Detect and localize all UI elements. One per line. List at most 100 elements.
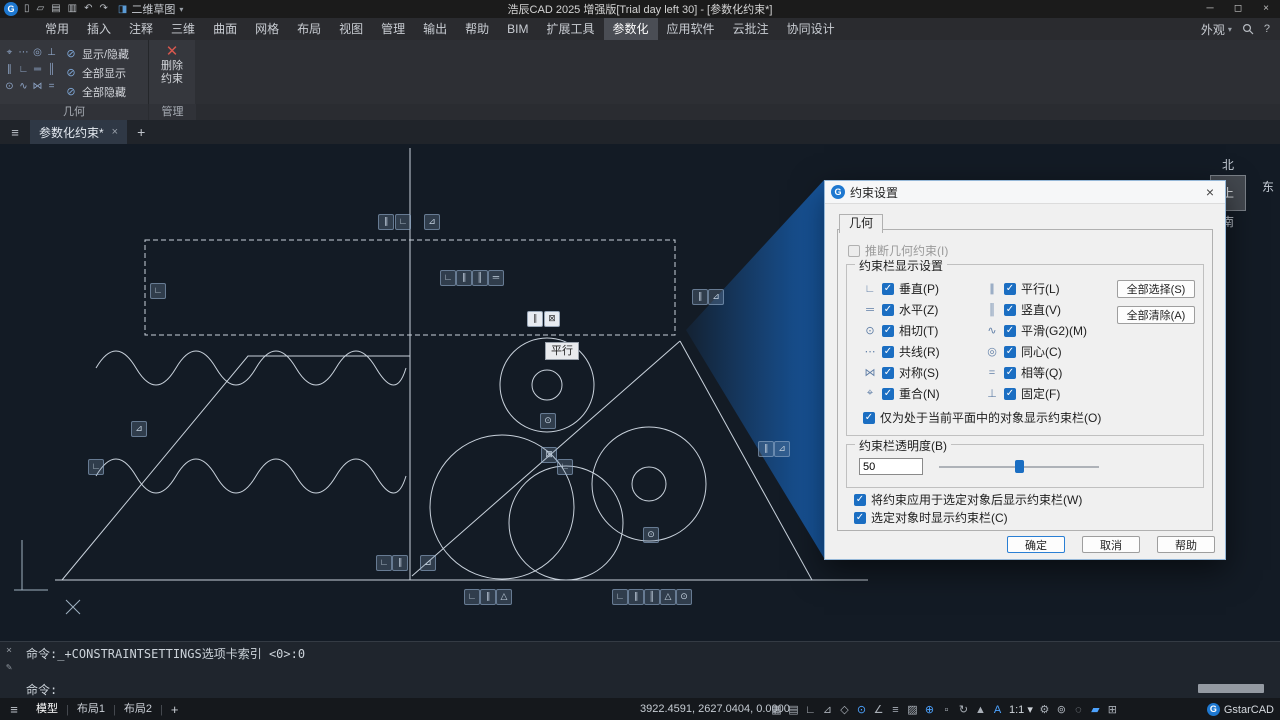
grid-icon[interactable]: ▦	[768, 703, 785, 716]
isolate-objects-icon[interactable]: ◌	[1070, 704, 1087, 716]
ribbon-tab-曲面[interactable]: 曲面	[204, 18, 246, 40]
ortho-icon[interactable]: ∟	[802, 704, 819, 716]
compass-north-label[interactable]: 北	[1206, 156, 1250, 173]
status-menu-icon[interactable]: ≡	[0, 702, 28, 717]
ok-button[interactable]: 确定	[1007, 536, 1065, 553]
infer-constraints-checkbox[interactable]	[848, 245, 860, 257]
model-canvas[interactable]: ∥∟⊿∟∥║═∥⊿∥⊠∟⊿∟⊙⊠∟∥⊿⊙∟∥⊿∟∥△∟∥║△⊙ 平行 北 上 南…	[0, 144, 1280, 641]
tab-geometry[interactable]: 几何	[839, 214, 883, 233]
fix-checkbox[interactable]	[1004, 388, 1016, 400]
grid-snap-icon[interactable]: ▤	[785, 703, 802, 716]
annotation-scale-icon[interactable]: A	[989, 704, 1006, 716]
symmetric-checkbox[interactable]	[882, 367, 894, 379]
ribbon-tab-插入[interactable]: 插入	[78, 18, 120, 40]
show-selected-checkbox[interactable]	[854, 512, 866, 524]
dialog-titlebar[interactable]: G 约束设置 ×	[825, 181, 1225, 204]
perpendicular-icon[interactable]: ∟	[17, 62, 30, 78]
command-scrollbar[interactable]	[1198, 684, 1264, 693]
annotation-visibility-icon[interactable]: ▲	[972, 704, 989, 716]
save-icon[interactable]: ▤	[51, 0, 60, 18]
apply-show-checkbox[interactable]	[854, 494, 866, 506]
hide-all-button[interactable]: ⊘ 全部隐藏	[61, 82, 148, 101]
concentric-checkbox[interactable]	[1004, 346, 1016, 358]
vertical-checkbox[interactable]	[1004, 304, 1016, 316]
panel-label-geometry[interactable]: 几何	[0, 104, 148, 120]
clear-all-button[interactable]: 全部清除(A)	[1117, 306, 1195, 324]
tangent-checkbox[interactable]	[882, 325, 894, 337]
transparency-icon[interactable]: ▨	[904, 703, 921, 716]
tab-menu-icon[interactable]: ≡	[0, 125, 30, 140]
current-plane-checkbox[interactable]	[863, 412, 875, 424]
undo-icon[interactable]: ↶	[84, 0, 92, 18]
ribbon-tab-网格[interactable]: 网格	[246, 18, 288, 40]
new-tab-icon[interactable]: +	[137, 124, 145, 140]
ribbon-tab-扩展工具[interactable]: 扩展工具	[538, 18, 604, 40]
fix-icon[interactable]: ⊥	[45, 45, 58, 61]
ribbon-tab-视图[interactable]: 视图	[330, 18, 372, 40]
workspace-switcher[interactable]: ◨ 二维草图 ▾	[118, 1, 183, 17]
ribbon-tab-布局[interactable]: 布局	[288, 18, 330, 40]
command-window[interactable]: × ✎ 命令:_+CONSTRAINTSETTINGS选项卡索引 <0>:0 命…	[0, 641, 1280, 698]
smooth-checkbox[interactable]	[1004, 325, 1016, 337]
delete-constraints-button[interactable]: ✕ 删除 约束	[161, 40, 183, 104]
workspace-gear-icon[interactable]: ⚙	[1036, 703, 1053, 716]
ribbon-tab-常用[interactable]: 常用	[36, 18, 78, 40]
vertical-icon[interactable]: ║	[45, 62, 58, 78]
polar-tracking-icon[interactable]: ⊿	[819, 703, 836, 716]
ribbon-tab-管理[interactable]: 管理	[372, 18, 414, 40]
plot-icon[interactable]: ▥	[68, 0, 77, 18]
coincident-icon[interactable]: ⌖	[3, 45, 16, 61]
select-all-button[interactable]: 全部选择(S)	[1117, 280, 1195, 298]
isometric-draft-icon[interactable]: ◇	[836, 703, 853, 716]
command-prompt[interactable]: 命令:	[26, 683, 57, 697]
show-all-button[interactable]: ⊘ 全部显示	[61, 63, 148, 82]
annotation-monitor-icon[interactable]: ⊚	[1053, 703, 1070, 716]
coincident-checkbox[interactable]	[882, 388, 894, 400]
tab-close-icon[interactable]: ×	[112, 126, 118, 138]
quick-properties-icon[interactable]: ▫	[938, 704, 955, 716]
app-logo-icon[interactable]: G	[4, 2, 18, 16]
redo-icon[interactable]: ↷	[100, 0, 108, 18]
selection-cycling-icon[interactable]: ↻	[955, 703, 972, 716]
ribbon-tab-注释[interactable]: 注释	[120, 18, 162, 40]
compass-east-label[interactable]: 东	[1262, 178, 1274, 195]
parallel-icon[interactable]: ∥	[3, 62, 16, 78]
drawing-tab[interactable]: 参数化约束* ×	[30, 120, 127, 144]
object-snap-tracking-icon[interactable]: ∠	[870, 703, 887, 716]
smooth-icon[interactable]: ∿	[17, 79, 30, 95]
dialog-close-icon[interactable]: ×	[1201, 184, 1219, 200]
cancel-button[interactable]: 取消	[1082, 536, 1140, 553]
clean-screen-icon[interactable]: ⊞	[1104, 703, 1121, 716]
ribbon-tab-三维[interactable]: 三维	[162, 18, 204, 40]
panel-label-manage[interactable]: 管理	[149, 104, 196, 120]
open-file-icon[interactable]: ▱	[37, 0, 45, 18]
help-button[interactable]: 帮助	[1157, 536, 1215, 553]
transparency-input[interactable]	[859, 458, 923, 475]
search-icon[interactable]	[1242, 23, 1254, 35]
symmetric-icon[interactable]: ⋈	[31, 79, 44, 95]
horizontal-icon[interactable]: ═	[31, 62, 44, 78]
equal-checkbox[interactable]	[1004, 367, 1016, 379]
object-snap-icon[interactable]: ⊙	[853, 703, 870, 716]
command-close-icon[interactable]: ×	[6, 645, 12, 656]
tangent-icon[interactable]: ⊙	[3, 79, 16, 95]
hardware-acceleration-icon[interactable]: ▰	[1087, 703, 1104, 716]
slider-thumb[interactable]	[1015, 460, 1024, 473]
show-hide-button[interactable]: ⊘ 显示/隐藏	[61, 44, 148, 63]
concentric-icon[interactable]: ◎	[31, 45, 44, 61]
minimize-button[interactable]: ─	[1196, 0, 1224, 18]
collinear-checkbox[interactable]	[882, 346, 894, 358]
dynamic-input-icon[interactable]: ⊕	[921, 703, 938, 716]
transparency-slider[interactable]	[939, 460, 1099, 473]
help-icon[interactable]: ?	[1264, 23, 1270, 35]
add-layout-icon[interactable]: +	[163, 702, 187, 717]
parallel-checkbox[interactable]	[1004, 283, 1016, 295]
layout1-tab[interactable]: 布局1	[69, 698, 113, 720]
ribbon-tab-BIM[interactable]: BIM	[498, 18, 537, 40]
collinear-icon[interactable]: ⋯	[17, 45, 30, 61]
lineweight-icon[interactable]: ≡	[887, 704, 904, 716]
close-button[interactable]: ×	[1252, 0, 1280, 18]
maximize-button[interactable]: ◻	[1224, 0, 1252, 18]
layout2-tab[interactable]: 布局2	[116, 698, 160, 720]
appearance-dropdown[interactable]: 外观 ▾	[1201, 21, 1232, 38]
